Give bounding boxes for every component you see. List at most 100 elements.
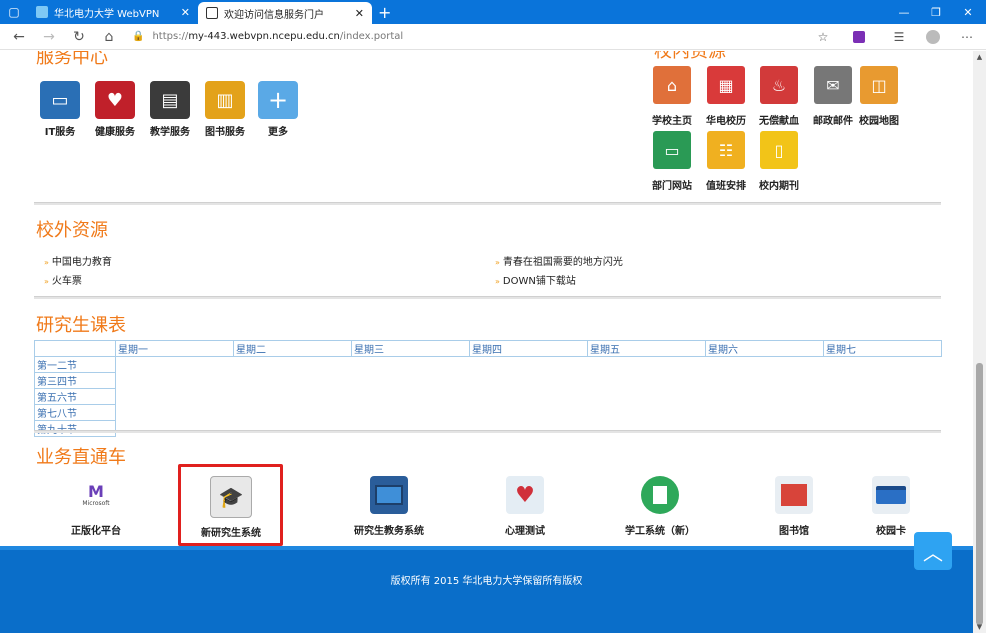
vertical-scrollbar[interactable]: ▲ ▼ (973, 51, 986, 633)
service-health[interactable]: ♥ 健康服务 (93, 81, 137, 138)
map-icon: ◫ (860, 66, 898, 104)
link-text: 火车票 (51, 276, 82, 287)
monitor-icon: ▭ (40, 81, 80, 119)
day-header: 星期四 (469, 340, 588, 357)
back-to-top-button[interactable]: ︿ (914, 532, 952, 570)
scroll-down-icon[interactable]: ▼ (973, 623, 986, 631)
resource-campus-map[interactable]: ◫ 校园地图 (854, 66, 904, 127)
biz-student-affairs-system[interactable]: 学工系统（新） (620, 476, 700, 537)
biz-library[interactable]: 图书馆 (770, 476, 818, 537)
close-tab-icon[interactable]: ✕ (355, 7, 364, 20)
resource-calendar[interactable]: ▦ 华电校历 (701, 66, 751, 127)
monitor-icon (370, 476, 408, 514)
service-library[interactable]: ▥ 图书服务 (203, 81, 247, 138)
url-prefix: https:// (152, 31, 189, 42)
resource-label: 部门网站 (652, 181, 692, 192)
course-table-title: 研究生课表 (36, 315, 126, 336)
service-label: 健康服务 (95, 127, 135, 138)
period-label: 第九十节 (34, 420, 116, 437)
library-building-icon (775, 476, 813, 514)
address-bar: ← → ↻ ⌂ 🔒 https://my-443.webvpn.ncepu.ed… (0, 24, 986, 50)
service-more[interactable]: + 更多 (256, 81, 300, 138)
blood-drop-icon: ♨ (760, 66, 798, 104)
biz-label: 研究生教务系统 (354, 526, 424, 537)
external-link[interactable]: » 青春在祖国需要的地方闪光 (495, 253, 623, 268)
tab-webvpn[interactable]: 华北电力大学 WebVPN ✕ (28, 0, 198, 24)
card-icon (872, 476, 910, 514)
page-icon (206, 7, 218, 19)
resource-blood-donation[interactable]: ♨ 无偿献血 (754, 66, 804, 127)
school-icon: ⌂ (653, 66, 691, 104)
resource-journal[interactable]: ▯ 校内期刊 (754, 131, 804, 192)
heartbeat-icon: ♥ (506, 476, 544, 514)
scroll-up-icon[interactable]: ▲ (973, 53, 986, 61)
service-center-title: 服务中心 (36, 51, 108, 68)
biz-psychology-test[interactable]: ♥ 心理测试 (500, 476, 550, 537)
portal-page: 服务中心 校内资源 ▭ IT服务 ♥ 健康服务 ▤ 教学服务 ▥ 图书服务 + … (0, 51, 973, 633)
extension-icon[interactable] (846, 24, 872, 50)
resource-label: 校园地图 (859, 116, 899, 127)
service-teaching[interactable]: ▤ 教学服务 (148, 81, 192, 138)
service-label: 更多 (268, 127, 288, 138)
home-icon[interactable]: ⌂ (94, 29, 124, 45)
period-label: 第五六节 (34, 388, 116, 405)
resource-label: 值班安排 (706, 181, 746, 192)
biz-graduate-academic-system[interactable]: 研究生教务系统 (350, 476, 428, 537)
business-title: 业务直通车 (36, 447, 126, 468)
link-text: DOWN铺下载站 (502, 276, 576, 287)
course-schedule-table: 星期一 星期二 星期三 星期四 星期五 星期六 星期七 第一二节 第三四节 第五… (34, 340, 942, 437)
resource-school-home[interactable]: ⌂ 学校主页 (647, 66, 697, 127)
profile-avatar[interactable] (920, 24, 946, 50)
biz-campus-card[interactable]: 校园卡 (867, 476, 915, 537)
biz-label: 图书馆 (779, 526, 809, 537)
biz-genuine-software[interactable]: M Microsoft 正版化平台 (68, 476, 124, 537)
period-label: 第七八节 (34, 404, 116, 421)
menu-icon[interactable]: ⋯ (954, 24, 980, 50)
url-field[interactable]: 🔒 https://my-443.webvpn.ncepu.edu.cn/ind… (132, 31, 403, 42)
day-header: 星期三 (351, 340, 470, 357)
arrow-icon: » (44, 277, 49, 286)
resource-duty-schedule[interactable]: ☷ 值班安排 (701, 131, 751, 192)
close-tab-icon[interactable]: ✕ (181, 6, 190, 19)
chevron-up-icon: ︿ (923, 540, 943, 565)
resource-department-sites[interactable]: ▭ 部门网站 (647, 131, 697, 192)
external-link[interactable]: » 中国电力教育 (44, 253, 112, 268)
external-link[interactable]: » 火车票 (44, 272, 82, 287)
new-tab-icon[interactable]: + (378, 3, 391, 22)
page-footer: 版权所有 2015 华北电力大学保留所有版权 (0, 546, 973, 633)
favorites-list-icon[interactable]: ☰ (886, 24, 912, 50)
period-label: 第三四节 (34, 372, 116, 389)
schedule-icon: ☷ (707, 131, 745, 169)
arrow-icon: » (495, 258, 500, 267)
forward-icon[interactable]: → (34, 29, 64, 45)
resource-post-mail[interactable]: ✉ 邮政邮件 (808, 66, 858, 127)
highlight-box (178, 464, 283, 546)
resource-label: 华电校历 (706, 116, 746, 127)
service-it[interactable]: ▭ IT服务 (38, 81, 82, 138)
minimize-icon[interactable]: — (888, 0, 920, 24)
refresh-icon[interactable]: ↻ (64, 29, 94, 45)
tab-actions-icon[interactable]: ▢ (0, 0, 28, 24)
microsoft-logo-icon: M Microsoft (82, 481, 110, 507)
biz-label: 学工系统（新） (625, 526, 695, 537)
biz-label: 校园卡 (876, 526, 906, 537)
books-icon: ▥ (205, 81, 245, 119)
monitor-icon: ▭ (653, 131, 691, 169)
biz-label: 心理测试 (505, 526, 545, 537)
scrollbar-thumb[interactable] (976, 363, 983, 625)
day-header: 星期一 (115, 340, 234, 357)
browser-tab-bar: ▢ 华北电力大学 WebVPN ✕ 欢迎访问信息服务门户 ✕ + — ❐ ✕ (0, 0, 986, 24)
back-icon[interactable]: ← (4, 29, 34, 45)
service-label: IT服务 (44, 127, 76, 138)
close-window-icon[interactable]: ✕ (952, 0, 984, 24)
resource-label: 学校主页 (652, 116, 692, 127)
favorite-icon[interactable]: ☆ (810, 24, 836, 50)
document-icon (641, 476, 679, 514)
restore-icon[interactable]: ❐ (920, 0, 952, 24)
section-divider (34, 430, 941, 433)
day-header: 星期七 (823, 340, 942, 357)
external-link[interactable]: » DOWN铺下载站 (495, 272, 576, 287)
day-header: 星期五 (587, 340, 706, 357)
tab-portal[interactable]: 欢迎访问信息服务门户 ✕ (198, 2, 372, 24)
webvpn-favicon-icon (36, 6, 48, 18)
